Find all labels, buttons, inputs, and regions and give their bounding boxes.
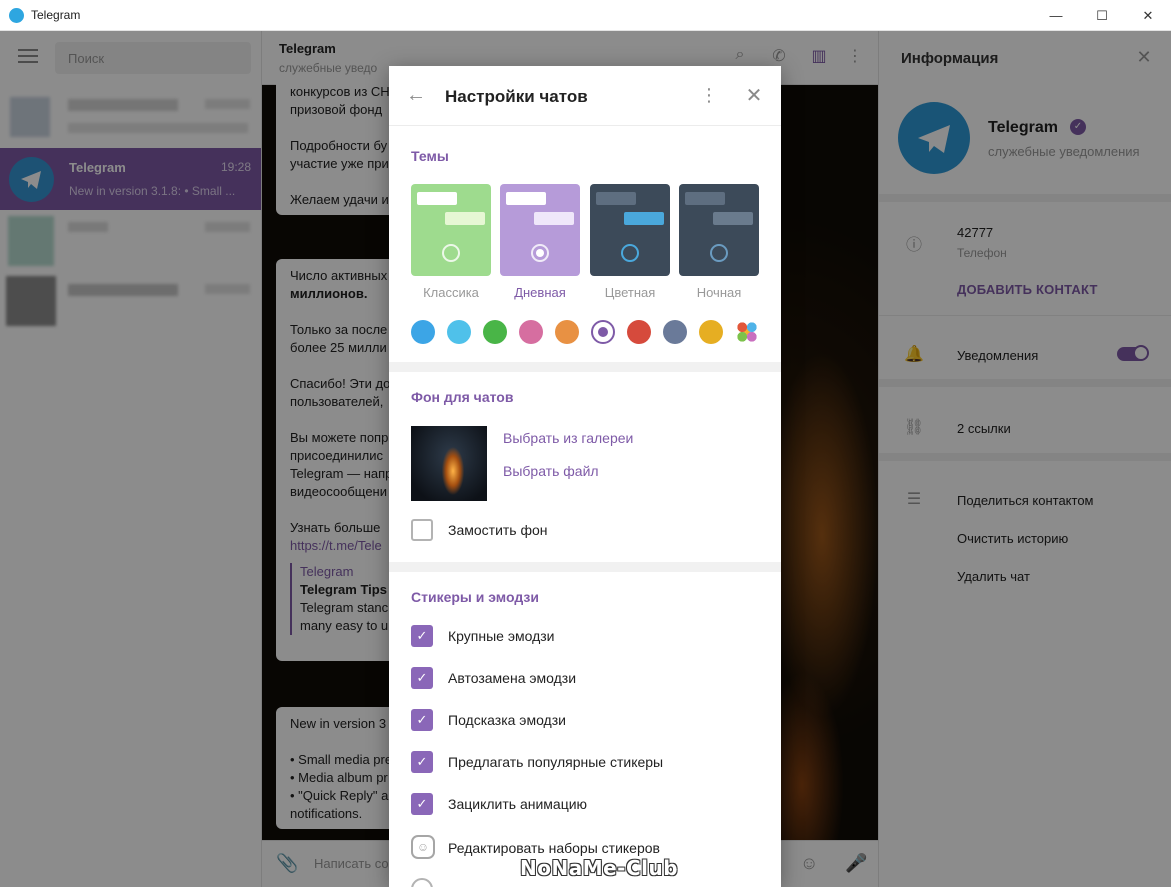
suggest-stickers-checkbox[interactable]: ✓ (411, 751, 433, 773)
suggest-stickers-label: Предлагать популярные стикеры (448, 754, 664, 770)
loop-animation-checkbox[interactable]: ✓ (411, 793, 433, 815)
theme-card-tinted[interactable] (590, 184, 670, 276)
stickers-section-title: Стикеры и эмодзи (411, 589, 539, 605)
modal-header: ← Настройки чатов ⋮ ✕ (389, 66, 781, 126)
window-title: Telegram (31, 8, 81, 22)
accent-color-swatch[interactable] (555, 320, 579, 344)
theme-card-classic[interactable] (411, 184, 491, 276)
theme-card-night[interactable] (679, 184, 759, 276)
themes-section-title: Темы (411, 148, 449, 164)
tile-background-label: Замостить фон (448, 522, 548, 538)
close-window-button[interactable]: ✕ (1125, 0, 1171, 31)
background-section-title: Фон для чатов (411, 389, 514, 405)
accent-color-swatch[interactable] (627, 320, 651, 344)
accent-color-swatch[interactable] (663, 320, 687, 344)
theme-label-classic: Классика (423, 285, 479, 300)
custom-color-palette-icon[interactable] (735, 320, 759, 344)
theme-label-day: Дневная (514, 285, 566, 300)
section-divider (389, 562, 781, 572)
accent-color-swatch[interactable] (447, 320, 471, 344)
section-divider (389, 362, 781, 372)
sticker-icon: ☺ (411, 835, 435, 859)
tile-background-checkbox[interactable] (411, 519, 433, 541)
loop-animation-label: Зациклить анимацию (448, 796, 588, 812)
more-options-icon[interactable]: ⋮ (698, 85, 720, 107)
watermark-text: NoNaMe-Club (520, 856, 679, 880)
replace-emoji-label: Автозамена эмодзи (448, 670, 577, 686)
chat-settings-modal: ← Настройки чатов ⋮ ✕ Темы Классика Днев… (389, 66, 781, 887)
large-emoji-label: Крупные эмодзи (448, 628, 555, 644)
telegram-logo-icon (9, 8, 24, 23)
suggest-emoji-checkbox[interactable]: ✓ (411, 709, 433, 731)
suggest-emoji-label: Подсказка эмодзи (448, 712, 566, 728)
theme-label-tinted: Цветная (604, 285, 656, 300)
edit-sticker-sets-button[interactable]: Редактировать наборы стикеров (448, 840, 660, 856)
accent-color-swatch[interactable] (699, 320, 723, 344)
theme-label-night: Ночная (696, 285, 742, 300)
window-titlebar: Telegram — ☐ ✕ (0, 0, 1171, 31)
theme-card-day[interactable] (500, 184, 580, 276)
background-thumbnail (411, 426, 487, 501)
close-icon[interactable]: ✕ (743, 85, 765, 107)
accent-color-swatch[interactable] (411, 320, 435, 344)
partial-row-icon (411, 878, 433, 887)
choose-from-gallery-link[interactable]: Выбрать из галереи (503, 430, 633, 446)
accent-color-swatch[interactable] (519, 320, 543, 344)
modal-title: Настройки чатов (445, 87, 588, 106)
choose-file-link[interactable]: Выбрать файл (503, 463, 599, 479)
minimize-button[interactable]: — (1033, 0, 1079, 31)
large-emoji-checkbox[interactable]: ✓ (411, 625, 433, 647)
replace-emoji-checkbox[interactable]: ✓ (411, 667, 433, 689)
accent-color-swatch-selected[interactable] (591, 320, 615, 344)
back-arrow-icon[interactable]: ← (406, 85, 428, 107)
accent-color-swatch[interactable] (483, 320, 507, 344)
maximize-button[interactable]: ☐ (1079, 0, 1125, 31)
